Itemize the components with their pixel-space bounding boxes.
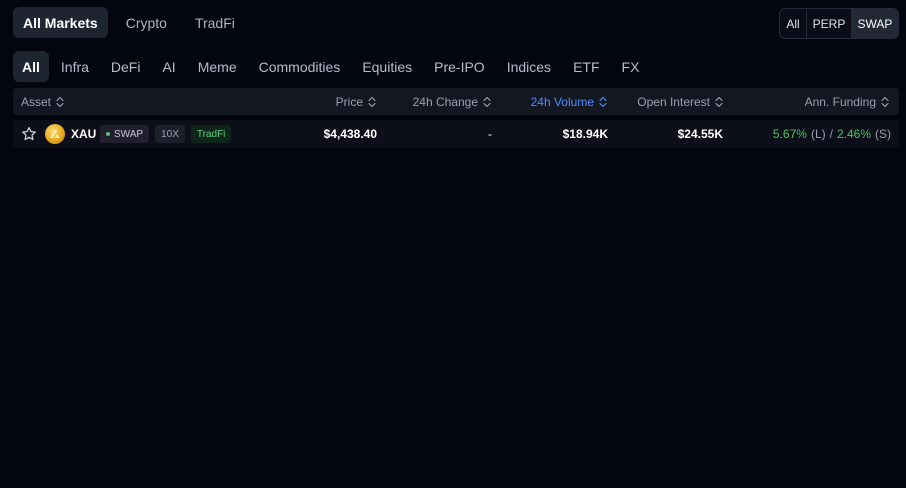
gold-coin-icon bbox=[45, 124, 65, 144]
category-infra[interactable]: Infra bbox=[51, 51, 99, 82]
tab-all-markets[interactable]: All Markets bbox=[13, 7, 108, 38]
market-type-label: SWAP bbox=[114, 128, 144, 140]
market-tabs: All Markets Crypto TradFi bbox=[13, 7, 245, 38]
column-label: Asset bbox=[21, 94, 52, 109]
column-header-24h-change[interactable]: 24h Change bbox=[413, 88, 491, 115]
asset-badges: SWAP 10X TradFi bbox=[100, 120, 232, 148]
column-label: Ann. Funding bbox=[804, 94, 876, 109]
asset-symbol: XAU bbox=[71, 127, 97, 141]
category-etf[interactable]: ETF bbox=[563, 51, 609, 82]
type-filter-perp[interactable]: PERP bbox=[807, 9, 852, 38]
funding-long-label: (L) bbox=[810, 127, 826, 141]
column-label: 24h Volume bbox=[530, 94, 594, 109]
favorite-button[interactable] bbox=[21, 120, 37, 148]
sort-updown-icon bbox=[56, 96, 64, 108]
table-header: Asset Price 24h Change 24h Volume Open I… bbox=[13, 88, 899, 115]
sort-updown-icon bbox=[368, 96, 376, 108]
category-ai[interactable]: AI bbox=[152, 51, 185, 82]
funding-long-rate: 5.67% bbox=[772, 127, 807, 141]
asset-logo bbox=[45, 120, 65, 148]
column-header-open-interest[interactable]: Open Interest bbox=[637, 88, 723, 115]
funding-separator: / bbox=[829, 127, 833, 141]
market-type-filter: All PERP SWAP bbox=[779, 8, 899, 39]
type-filter-swap[interactable]: SWAP bbox=[852, 9, 898, 38]
funding-short-label: (S) bbox=[875, 127, 891, 141]
sort-updown-icon bbox=[881, 96, 889, 108]
type-filter-all[interactable]: All bbox=[780, 9, 807, 38]
column-label: 24h Change bbox=[412, 94, 478, 109]
category-indices[interactable]: Indices bbox=[497, 51, 561, 82]
category-meme[interactable]: Meme bbox=[188, 51, 247, 82]
leverage-badge: 10X bbox=[155, 125, 185, 143]
sector-badge: TradFi bbox=[190, 125, 232, 143]
sort-updown-icon bbox=[599, 96, 607, 108]
volume-value: $18.94K bbox=[562, 127, 608, 141]
star-outline-icon bbox=[22, 127, 36, 141]
sort-updown-icon bbox=[715, 96, 723, 108]
category-equities[interactable]: Equities bbox=[352, 51, 422, 82]
market-type-badge: SWAP bbox=[100, 125, 150, 143]
column-header-24h-volume[interactable]: 24h Volume bbox=[531, 88, 607, 115]
column-header-ann-funding[interactable]: Ann. Funding bbox=[805, 88, 889, 115]
category-fx[interactable]: FX bbox=[612, 51, 650, 82]
open-interest-value: $24.55K bbox=[677, 127, 723, 141]
column-header-price[interactable]: Price bbox=[336, 88, 376, 115]
price-value: $4,438.40 bbox=[323, 127, 377, 141]
column-label: Price bbox=[335, 94, 363, 109]
funding-value: 5.67% (L) / 2.46% (S) bbox=[773, 120, 891, 148]
category-pre-ipo[interactable]: Pre-IPO bbox=[424, 51, 495, 82]
tab-tradfi[interactable]: TradFi bbox=[185, 7, 245, 38]
funding-short-rate: 2.46% bbox=[836, 127, 871, 141]
category-filter: All Infra DeFi AI Meme Commodities Equit… bbox=[13, 51, 649, 82]
table-row[interactable]: XAU SWAP 10X TradFi $4,438.40 - $18.94K … bbox=[13, 120, 899, 148]
status-dot-icon bbox=[106, 132, 110, 136]
category-defi[interactable]: DeFi bbox=[101, 51, 151, 82]
markets-table: Asset Price 24h Change 24h Volume Open I… bbox=[13, 88, 899, 148]
change-value: - bbox=[488, 127, 492, 141]
category-all[interactable]: All bbox=[13, 51, 49, 82]
category-commodities[interactable]: Commodities bbox=[249, 51, 351, 82]
sort-updown-icon bbox=[483, 96, 491, 108]
tab-crypto[interactable]: Crypto bbox=[116, 7, 177, 38]
column-header-asset[interactable]: Asset bbox=[21, 88, 64, 115]
column-label: Open Interest bbox=[637, 94, 710, 109]
